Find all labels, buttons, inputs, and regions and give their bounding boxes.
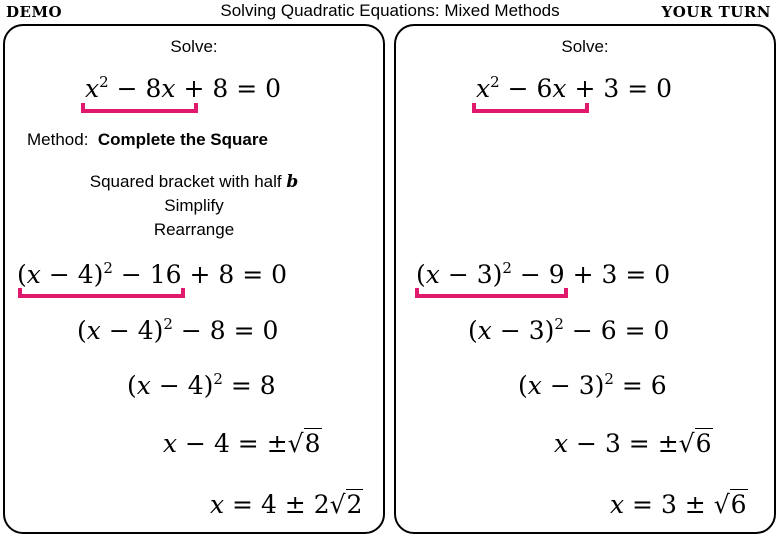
radicand: 6	[729, 489, 748, 519]
t: − 3)	[491, 316, 555, 345]
eq-term: − 6	[499, 74, 553, 103]
t: x	[136, 371, 151, 400]
eq-exp: 2	[99, 73, 109, 91]
eq-rest: + 3 = 0	[566, 74, 673, 103]
demo-line-2: (x − 4)2 − 8 = 0	[77, 316, 278, 345]
sqrt-symbol: √2	[329, 489, 364, 519]
step-1-var: b	[286, 172, 299, 192]
step-1: Squared bracket with half b	[5, 170, 383, 194]
your-turn-line-4: x − 3 = ±√6	[554, 428, 713, 458]
your-turn-line-2: (x − 3)2 − 6 = 0	[468, 316, 669, 345]
t: x	[610, 490, 625, 519]
eq-exp: 2	[490, 73, 500, 91]
t: (	[77, 316, 87, 345]
steps-list: Squared bracket with half b Simplify Rea…	[5, 170, 383, 242]
t: 2	[213, 370, 223, 388]
t: (	[416, 260, 426, 289]
sqrt-symbol: √8	[287, 428, 322, 458]
eq-rest: + 8 = 0	[175, 74, 282, 103]
t: − 6 = 0	[563, 316, 670, 345]
step-3: Rearrange	[153, 220, 235, 239]
t: = 3 ±	[624, 490, 714, 519]
t: = 4 ± 2	[224, 490, 330, 519]
t: x	[527, 371, 542, 400]
t: x	[163, 429, 178, 458]
sqrt-symbol: √6	[678, 428, 713, 458]
your-turn-line-1: (x − 3)2 − 9 + 3 = 0	[416, 260, 670, 289]
t: x	[210, 490, 225, 519]
t: 2	[502, 259, 512, 277]
t: 2	[604, 370, 614, 388]
t: 2	[554, 315, 564, 333]
solve-label: Solve:	[170, 37, 218, 56]
eq-x: x	[476, 74, 491, 103]
your-turn-tag: YOUR TURN	[661, 3, 771, 21]
t: x	[86, 316, 101, 345]
t: x	[477, 316, 492, 345]
t: − 3)	[541, 371, 605, 400]
t: x	[425, 260, 440, 289]
step-2: Simplify	[164, 196, 224, 215]
t: − 4)	[100, 316, 164, 345]
demo-line-5: x = 4 ± 2√2	[210, 489, 364, 519]
step-1-text: Squared bracket with half	[89, 172, 282, 191]
eq-term: − 8	[108, 74, 162, 103]
highlight-bracket	[472, 103, 589, 113]
t: + 3 = 0	[564, 260, 671, 289]
t: − 3)	[439, 260, 503, 289]
method-label: Method:	[27, 130, 89, 149]
method-line: Method: Complete the Square	[27, 130, 268, 150]
sqrt-symbol: √6	[713, 489, 748, 519]
t: x	[26, 260, 41, 289]
demo-equation: x2 − 8x + 8 = 0	[85, 74, 281, 103]
demo-line-1: (x − 4)2 − 16 + 8 = 0	[17, 260, 287, 289]
demo-panel: Solve: x2 − 8x + 8 = 0 Method: Complete …	[3, 24, 385, 534]
your-turn-panel: Solve: x2 − 6x + 3 = 0 (x − 3)2 − 9 + 3 …	[394, 24, 776, 534]
method-name: Complete the Square	[97, 130, 268, 149]
demo-line-3: (x − 4)2 = 8	[127, 371, 276, 400]
t: (	[518, 371, 528, 400]
your-turn-equation: x2 − 6x + 3 = 0	[476, 74, 672, 103]
t: − 4)	[150, 371, 214, 400]
radicand: 2	[345, 489, 364, 519]
t: − 4 = ±	[177, 429, 288, 458]
eq-x: x	[85, 74, 100, 103]
solve-label: Solve:	[561, 37, 609, 56]
highlight-bracket	[18, 288, 185, 298]
highlight-bracket	[81, 103, 198, 113]
your-turn-line-5: x = 3 ± √6	[610, 489, 748, 519]
t: − 9	[511, 260, 565, 289]
highlight-bracket	[415, 288, 568, 298]
t: = 8	[222, 371, 276, 400]
t: 2	[163, 315, 173, 333]
eq-x: x	[552, 74, 567, 103]
t: − 16	[112, 260, 182, 289]
t: − 8 = 0	[172, 316, 279, 345]
radicand: 6	[694, 428, 713, 458]
t: (	[17, 260, 27, 289]
demo-line-4: x − 4 = ±√8	[163, 428, 322, 458]
t: (	[468, 316, 478, 345]
your-turn-line-3: (x − 3)2 = 6	[518, 371, 667, 400]
t: 2	[103, 259, 113, 277]
t: − 3 = ±	[568, 429, 679, 458]
radicand: 8	[303, 428, 322, 458]
t: + 8 = 0	[181, 260, 288, 289]
t: (	[127, 371, 137, 400]
t: − 4)	[40, 260, 104, 289]
t: x	[554, 429, 569, 458]
t: = 6	[613, 371, 667, 400]
eq-x: x	[161, 74, 176, 103]
